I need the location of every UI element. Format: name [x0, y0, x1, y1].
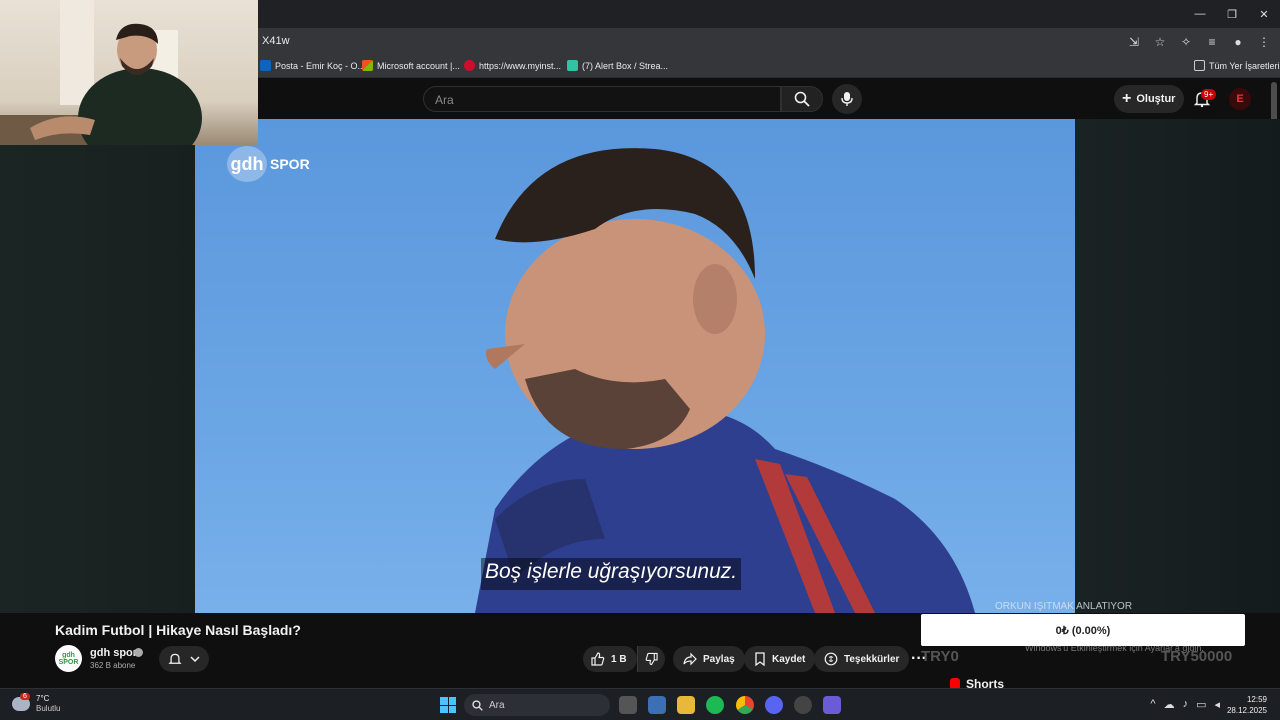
restore-button[interactable]: ❐: [1216, 0, 1248, 28]
video-subtitle: Boş işlerle uğraşıyorsunuz.: [481, 558, 742, 590]
share-label: Paylaş: [703, 653, 735, 665]
weather-badge: 6: [20, 693, 30, 700]
plus-icon: +: [1122, 90, 1132, 107]
thanks-label: Teşekkürler: [844, 653, 900, 665]
chevron-down-icon: [190, 656, 200, 663]
search-button[interactable]: [781, 86, 823, 112]
windows-start-icon[interactable]: [440, 697, 456, 713]
all-bookmarks[interactable]: Tüm Yer İşaretleri: [1194, 60, 1280, 71]
bookmark-item[interactable]: Posta - Emir Koç - O...: [260, 60, 365, 71]
like-button[interactable]: 1 B: [583, 646, 637, 672]
super-thanks-icon: [824, 652, 838, 666]
clock-time: 12:59: [1246, 695, 1267, 704]
webcam-scene: [0, 0, 202, 145]
bookmark-label: Posta - Emir Koç - O...: [275, 60, 366, 71]
search-icon: [794, 91, 810, 107]
temperature: 7°C: [36, 694, 50, 703]
chrome-icon[interactable]: [736, 696, 754, 714]
thumbs-up-icon: [591, 652, 605, 666]
taskbar-search[interactable]: Ara: [464, 694, 610, 716]
discord-icon[interactable]: [765, 696, 783, 714]
myinst-icon: [464, 60, 475, 71]
bookmark-item[interactable]: Microsoft account |...: [362, 60, 460, 71]
donation-goal-widget: 0₺ (0.00%): [921, 614, 1245, 646]
chevron-up-icon[interactable]: ^: [1150, 698, 1155, 711]
notification-badge: 9+: [1201, 89, 1217, 100]
onedrive-icon[interactable]: ☁: [1164, 698, 1175, 711]
bookmark-star-icon[interactable]: ☆: [1150, 32, 1170, 52]
account-avatar[interactable]: E: [1229, 88, 1251, 110]
bookmark-item[interactable]: https://www.myinst...: [464, 60, 561, 71]
webcam-overlay: [0, 0, 258, 145]
network-icon[interactable]: ▭: [1196, 698, 1206, 711]
channel-watermark: gdh SPOR: [227, 146, 310, 182]
media-control-icon[interactable]: ≡: [1202, 32, 1222, 52]
save-label: Kaydet: [772, 653, 806, 665]
bookmark-icon: [755, 652, 765, 666]
taskbar-clock[interactable]: 12:59 28.12.2025: [1227, 694, 1267, 716]
video-credit-text: ORKUN IŞITMAK ANLATIYOR: [995, 601, 1133, 612]
screen: — ❐ ✕ X41w ⇲ ☆ ✧ ≡ ● ⋮ Posta - Emir Koç …: [0, 0, 1280, 720]
system-tray: ^ ☁ ♪ ▭ ◂: [1150, 698, 1220, 711]
outlook-icon: [260, 60, 271, 71]
bell-icon: [168, 653, 182, 664]
voice-search-button[interactable]: [832, 84, 862, 114]
app-icon[interactable]: [648, 696, 666, 714]
close-button[interactable]: ✕: [1248, 0, 1280, 28]
spotify-icon[interactable]: [706, 696, 724, 714]
profile-icon[interactable]: ●: [1228, 32, 1248, 52]
bookmark-item[interactable]: (7) Alert Box / Strea...: [567, 60, 668, 71]
thumbs-down-icon: [645, 652, 658, 666]
watermark-text: SPOR: [270, 156, 310, 172]
like-count: 1 B: [611, 653, 627, 665]
all-bookmarks-label: Tüm Yer İşaretleri: [1209, 60, 1280, 71]
goal-start: TRY0: [921, 648, 959, 665]
bookmark-label: https://www.myinst...: [479, 60, 562, 71]
streamlabs-icon: [567, 60, 578, 71]
share-icon: [683, 652, 697, 666]
task-view-icon[interactable]: [619, 696, 637, 714]
bookmark-label: (7) Alert Box / Strea...: [582, 60, 669, 71]
folder-icon: [1194, 60, 1205, 71]
video-player[interactable]: [195, 119, 1075, 613]
subscriber-count: 362 B abone: [90, 661, 136, 670]
microphone-icon: [841, 92, 853, 106]
search-icon: [472, 699, 483, 711]
video-title: Kadim Futbol | Hikaye Nasıl Başladı?: [55, 622, 301, 638]
video-side-panel: [1075, 119, 1280, 613]
microphone-icon[interactable]: ♪: [1183, 698, 1189, 711]
create-button[interactable]: + Oluştur: [1114, 85, 1184, 113]
browser-menu-icon[interactable]: ⋮: [1254, 32, 1274, 52]
gdh-logo-mark: gdh: [227, 146, 267, 182]
clock-date: 28.12.2025: [1226, 706, 1267, 715]
weather-description: Bulutlu: [36, 704, 61, 713]
share-button[interactable]: Paylaş: [673, 646, 745, 672]
search-input[interactable]: Ara: [423, 86, 781, 112]
dislike-button[interactable]: [637, 646, 665, 672]
save-button[interactable]: Kaydet: [744, 646, 816, 672]
windows-taskbar: 7°C Bulutlu 6 Ara ^ ☁ ♪ ▭ ◂ 12:59 28.12.…: [0, 688, 1280, 720]
url-text[interactable]: X41w: [262, 35, 290, 47]
microsoft-icon: [362, 60, 373, 71]
subscription-bell-button[interactable]: [159, 646, 209, 672]
channel-avatar[interactable]: gdh SPOR: [55, 645, 82, 672]
obs-icon[interactable]: [794, 696, 812, 714]
minimize-button[interactable]: —: [1184, 0, 1216, 28]
video-scene: [475, 148, 975, 613]
taskbar-search-placeholder: Ara: [489, 699, 505, 711]
verified-icon: [134, 648, 143, 657]
channel-name[interactable]: gdh spor: [90, 647, 137, 659]
app-icon[interactable]: [823, 696, 841, 714]
extensions-icon[interactable]: ✧: [1176, 32, 1196, 52]
toolbar-icons: ⇲ ☆ ✧ ≡ ● ⋮: [1124, 32, 1274, 52]
window-controls: — ❐ ✕: [1184, 0, 1280, 28]
install-app-icon[interactable]: ⇲: [1124, 32, 1144, 52]
file-explorer-icon[interactable]: [677, 696, 695, 714]
create-label: Oluştur: [1136, 93, 1176, 105]
thanks-button[interactable]: Teşekkürler: [814, 646, 910, 672]
search-placeholder: Ara: [435, 93, 454, 107]
bookmark-label: Microsoft account |...: [377, 60, 460, 71]
volume-icon[interactable]: ◂: [1214, 698, 1220, 711]
